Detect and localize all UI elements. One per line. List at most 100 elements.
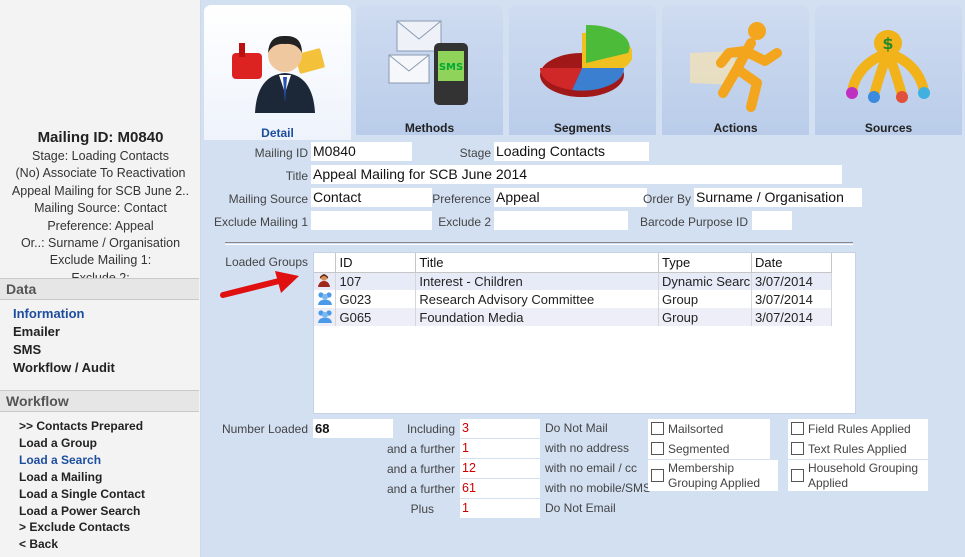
row-date: 3/07/2014 xyxy=(751,272,832,290)
summary-line: Exclude 2: xyxy=(71,270,130,278)
wf-load-single-contact[interactable]: Load a Single Contact xyxy=(19,486,145,503)
mailbox-person-icon xyxy=(232,35,325,113)
svg-text:SMS: SMS xyxy=(439,62,463,73)
svg-text:$: $ xyxy=(882,34,893,53)
row-date: 3/07/2014 xyxy=(751,308,832,326)
summary-line: Preference: Appeal xyxy=(47,218,154,233)
nav-workflow-audit[interactable]: Workflow / Audit xyxy=(13,359,115,377)
stage-label: Stage xyxy=(459,146,491,160)
tab-actions-label: Actions xyxy=(713,121,758,135)
pie-chart-icon xyxy=(539,24,632,97)
person-icon xyxy=(318,273,330,287)
mailing-id-field[interactable]: M0840 xyxy=(311,142,412,161)
row-type: Group xyxy=(658,290,752,308)
mailsorted-checkbox[interactable] xyxy=(651,422,664,435)
title-label: Title xyxy=(285,169,308,183)
segmented-label: Segmented xyxy=(668,442,730,456)
stat-label: and a further xyxy=(386,482,455,496)
stat-value: 1 xyxy=(460,439,540,458)
wf-load-search[interactable]: Load a Search xyxy=(19,452,145,469)
household-grouping-checkbox[interactable] xyxy=(791,469,804,482)
row-title: Research Advisory Committee xyxy=(415,290,660,308)
title-field[interactable]: Appeal Mailing for SCB June 2014 xyxy=(311,165,842,184)
summary-line: Appeal Mailing for SCB June 2.. xyxy=(11,183,190,198)
summary-line: Or..: Surname / Organisation xyxy=(20,236,181,251)
nav-information[interactable]: Information xyxy=(13,305,115,323)
nav-sms[interactable]: SMS xyxy=(13,341,115,359)
stat-label: Including xyxy=(406,422,455,436)
mailing-source-field[interactable]: Contact xyxy=(311,188,432,207)
stat-desc: with no mobile/SMS xyxy=(545,481,652,495)
wf-contacts-prepared[interactable]: >> Contacts Prepared xyxy=(19,418,145,435)
mailsorted-label: Mailsorted xyxy=(668,422,724,436)
row-id: 107 xyxy=(335,272,417,290)
text-rules-label: Text Rules Applied xyxy=(808,442,907,456)
tab-segments[interactable]: Segments xyxy=(509,5,656,135)
sidebar: Mailing ID: M0840 Stage: Loading Contact… xyxy=(0,0,201,557)
stat-desc: with no address xyxy=(545,441,630,455)
summary-line: (No) Associate To Reactivation xyxy=(15,166,186,181)
field-rules-label: Field Rules Applied xyxy=(808,422,911,436)
grid-col-icon xyxy=(314,253,337,273)
grid-col-title[interactable]: Title xyxy=(415,253,660,273)
table-row[interactable]: 107 Interest - Children Dynamic Search 3… xyxy=(314,272,832,290)
row-type: Group xyxy=(658,308,752,326)
nav-emailer[interactable]: Emailer xyxy=(13,323,115,341)
wf-load-power-search[interactable]: Load a Power Search xyxy=(19,503,145,520)
row-title: Foundation Media xyxy=(415,308,660,326)
tab-actions[interactable]: Actions xyxy=(662,5,809,135)
segmented-checkbox[interactable] xyxy=(651,442,664,455)
envelopes-sms-phone-icon: SMS xyxy=(388,20,468,105)
row-type: Dynamic Search xyxy=(658,272,752,290)
text-rules-checkbox[interactable] xyxy=(791,442,804,455)
group-icon xyxy=(318,291,332,305)
grid-col-type[interactable]: Type xyxy=(658,253,752,273)
field-rules-checkbox[interactable] xyxy=(791,422,804,435)
membership-grouping-label: Membership Grouping Applied xyxy=(668,461,761,490)
wf-back[interactable]: < Back xyxy=(19,536,145,553)
household-grouping-label: Household Grouping Applied xyxy=(808,461,919,490)
tab-detail[interactable]: Detail xyxy=(204,5,351,140)
data-section-header: Data xyxy=(0,278,199,300)
stat-value: 61 xyxy=(460,479,540,498)
barcode-purpose-label: Barcode Purpose ID xyxy=(639,215,748,229)
stat-desc: Do Not Email xyxy=(545,501,616,515)
wf-load-mailing[interactable]: Load a Mailing xyxy=(19,469,145,486)
stat-label: and a further xyxy=(386,462,455,476)
tab-sources[interactable]: $ Sources xyxy=(815,5,962,135)
summary-line: Stage: Loading Contacts xyxy=(32,149,169,163)
summary-line: Mailing Source: Contact xyxy=(34,201,167,216)
summary-line: Exclude Mailing 1: xyxy=(49,253,152,268)
summary-title: Mailing ID: M0840 xyxy=(37,129,164,146)
grid-col-date[interactable]: Date xyxy=(751,253,832,273)
preference-field[interactable]: Appeal xyxy=(494,188,647,207)
running-figure-icon xyxy=(690,22,782,112)
tab-methods-label: Methods xyxy=(404,121,455,135)
mailing-summary: Mailing ID: M0840 Stage: Loading Contact… xyxy=(0,128,201,278)
exclude-2-field[interactable] xyxy=(494,211,628,230)
red-arrow-icon xyxy=(220,271,299,298)
exclude-mailing-1-field[interactable] xyxy=(311,211,432,230)
order-by-field[interactable]: Surname / Organisation xyxy=(694,188,862,207)
preference-label: Preference xyxy=(432,192,491,206)
stat-desc: with no email / cc xyxy=(545,461,638,475)
stat-value: 3 xyxy=(460,419,540,438)
wf-load-group[interactable]: Load a Group xyxy=(19,435,145,452)
wf-exclude-contacts[interactable]: > Exclude Contacts xyxy=(19,519,145,536)
section-divider xyxy=(225,242,853,245)
number-loaded-label: Number Loaded xyxy=(221,422,308,436)
table-row[interactable]: G023 Research Advisory Committee Group 3… xyxy=(314,290,832,308)
stage-field[interactable]: Loading Contacts xyxy=(494,142,649,161)
table-row[interactable]: G065 Foundation Media Group 3/07/2014 xyxy=(314,308,832,326)
grid-col-id[interactable]: ID xyxy=(335,253,417,273)
tab-methods[interactable]: SMS Methods xyxy=(356,5,503,135)
row-title: Interest - Children xyxy=(415,272,660,290)
mailing-id-label: Mailing ID xyxy=(254,146,308,160)
loaded-groups-grid: ID Title Type Date 107 Interest - Childr… xyxy=(313,252,856,414)
stat-desc: Do Not Mail xyxy=(545,421,608,435)
membership-grouping-checkbox[interactable] xyxy=(651,469,664,482)
tab-segments-label: Segments xyxy=(553,121,612,135)
barcode-purpose-field[interactable] xyxy=(752,211,792,230)
mailing-source-label: Mailing Source xyxy=(228,192,308,206)
row-date: 3/07/2014 xyxy=(751,290,832,308)
